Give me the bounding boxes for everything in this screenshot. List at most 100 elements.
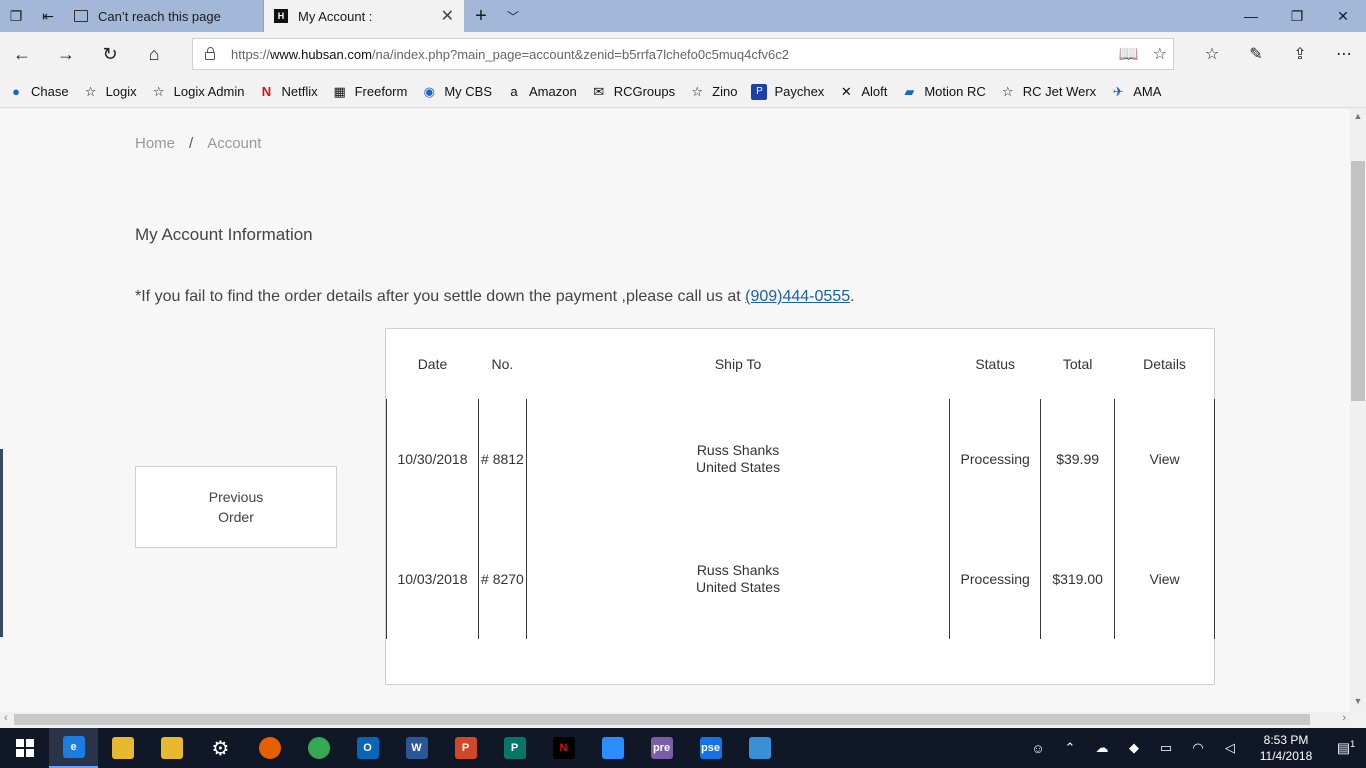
scroll-thumb[interactable] xyxy=(1351,161,1365,401)
clock-date: 11/4/2018 xyxy=(1259,749,1313,763)
favorite-link[interactable]: ● Chase xyxy=(8,84,69,100)
outlook-taskbar-button[interactable]: O xyxy=(343,728,392,768)
restore-button[interactable]: ❐ xyxy=(1274,0,1320,32)
minimize-button[interactable]: — xyxy=(1228,0,1274,32)
powerpoint-taskbar-button[interactable]: P xyxy=(441,728,490,768)
reading-view-icon[interactable]: 📖 xyxy=(1119,44,1139,64)
refresh-button[interactable]: ↻ xyxy=(88,32,132,76)
motionrc-icon: ▰ xyxy=(904,83,915,99)
tab-manager-icon[interactable]: ❐ xyxy=(0,0,32,32)
favorite-label: Zino xyxy=(712,84,738,99)
new-tab-button[interactable]: + xyxy=(464,0,498,32)
favorite-link[interactable]: ▰ Motion RC xyxy=(901,84,985,100)
favorite-link[interactable]: ◉ My CBS xyxy=(421,84,492,100)
file-explorer-taskbar-button[interactable] xyxy=(98,728,147,768)
more-menu-icon[interactable]: ⋯ xyxy=(1322,32,1366,76)
toolbar-right: ☆ ✎ ⇪ ⋯ xyxy=(1190,32,1366,76)
chrome-icon xyxy=(307,737,330,759)
phone-link[interactable]: (909)444-0555 xyxy=(745,288,850,305)
favorite-link[interactable]: ✉ RCGroups xyxy=(591,84,675,100)
chevron-down-icon[interactable]: ﹀ xyxy=(498,0,528,32)
url-text[interactable]: https://www.hubsan.com/na/index.php?main… xyxy=(231,47,789,62)
header-total: Total xyxy=(1062,356,1093,372)
netflix-icon: N xyxy=(261,84,272,99)
scroll-down-icon[interactable]: ▼ xyxy=(1350,696,1366,710)
scroll-right-icon[interactable]: › xyxy=(1342,712,1346,724)
scroll-thumb[interactable] xyxy=(14,714,1310,725)
favorite-link[interactable]: ☆ Zino xyxy=(689,84,737,100)
back-button[interactable]: ← xyxy=(0,32,44,76)
chevron-up-icon[interactable]: ⌃ xyxy=(1054,740,1086,756)
favorite-link[interactable]: P Paychex xyxy=(751,83,824,100)
forward-button[interactable]: → xyxy=(44,32,88,76)
web-note-icon[interactable]: ✎ xyxy=(1234,32,1278,76)
favorite-link[interactable]: ▦ Freeform xyxy=(332,84,407,100)
publisher-taskbar-button[interactable]: P xyxy=(490,728,539,768)
control-panel-taskbar-button[interactable] xyxy=(735,728,784,768)
favorite-link[interactable]: ✈ AMA xyxy=(1110,84,1162,100)
file-search-taskbar-button[interactable] xyxy=(147,728,196,768)
favorite-label: Logix xyxy=(105,84,137,99)
system-tray: ☺ ⌃ ☁ ◆ ▭ ◠ ◁ 8:53 PM 11/4/2018 ▤1 xyxy=(1022,728,1366,768)
battery-icon[interactable]: ▭ xyxy=(1150,740,1182,756)
volume-icon[interactable]: ◁ xyxy=(1214,740,1246,756)
windows-icon xyxy=(15,739,34,757)
view-order-link[interactable]: View xyxy=(1114,519,1215,639)
order-date: 10/03/2018 xyxy=(386,519,479,639)
settings-taskbar-button[interactable]: ⚙ xyxy=(196,728,245,768)
view-order-link[interactable]: View xyxy=(1114,399,1215,519)
window-controls: — ❐ ✕ xyxy=(1228,0,1366,32)
clock-time: 8:53 PM xyxy=(1263,733,1309,747)
favorite-link[interactable]: N Netflix xyxy=(258,84,318,100)
photoshop-elements-icon: pse xyxy=(699,737,722,759)
edge-taskbar-button[interactable]: e xyxy=(49,728,98,768)
scroll-up-icon[interactable]: ▲ xyxy=(1350,111,1366,125)
previous-order-button[interactable]: Previous Order xyxy=(135,466,337,548)
share-icon[interactable]: ⇪ xyxy=(1278,32,1322,76)
breadcrumb: Home / Account xyxy=(135,135,261,152)
people-icon[interactable]: ☺ xyxy=(1022,741,1054,756)
chrome-taskbar-button[interactable] xyxy=(294,728,343,768)
set-tabs-aside-icon[interactable]: ⇤ xyxy=(32,0,64,32)
favorite-link[interactable]: ✕ Aloft xyxy=(838,84,887,100)
tab-cant-reach[interactable]: Can’t reach this page xyxy=(64,0,264,32)
notification-center-icon[interactable]: ▤1 xyxy=(1326,739,1366,757)
horizontal-scrollbar[interactable]: ‹ › xyxy=(0,712,1350,727)
favorite-star-icon[interactable]: ☆ xyxy=(1153,44,1167,64)
favorite-label: RCGroups xyxy=(613,84,676,99)
dropbox-icon[interactable]: ◆ xyxy=(1118,740,1150,756)
favorite-link[interactable]: ☆ Logix xyxy=(83,84,137,100)
favorite-link[interactable]: ☆ Logix Admin xyxy=(151,84,245,100)
amazon-icon: a xyxy=(510,84,518,99)
scroll-left-icon[interactable]: ‹ xyxy=(4,712,8,724)
chase-icon: ● xyxy=(12,84,20,99)
favorite-link[interactable]: a Amazon xyxy=(506,84,576,100)
wifi-icon[interactable]: ◠ xyxy=(1182,740,1214,756)
favorites-hub-icon[interactable]: ☆ xyxy=(1190,32,1234,76)
vertical-scrollbar[interactable]: ▲ ▼ xyxy=(1350,109,1366,712)
close-tab-icon[interactable]: ✕ xyxy=(441,6,454,26)
table-row: 10/30/2018 # 8812 Russ Shanks United Stat… xyxy=(386,399,1215,519)
breadcrumb-home-link[interactable]: Home xyxy=(135,135,175,152)
premiere-elements-taskbar-button[interactable]: pre xyxy=(637,728,686,768)
clock[interactable]: 8:53 PM 11/4/2018 xyxy=(1246,732,1326,764)
tab-my-account[interactable]: H My Account : ✕ xyxy=(264,0,464,32)
payment-notice: *If you fail to find the order details a… xyxy=(135,288,855,306)
firefox-taskbar-button[interactable] xyxy=(245,728,294,768)
home-button[interactable]: ⌂ xyxy=(132,32,176,76)
onedrive-icon[interactable]: ☁ xyxy=(1086,740,1118,756)
close-window-button[interactable]: ✕ xyxy=(1320,0,1366,32)
photoshop-elements-taskbar-button[interactable]: pse xyxy=(686,728,735,768)
order-status: Processing xyxy=(949,519,1041,639)
netflix-taskbar-button[interactable]: N xyxy=(539,728,588,768)
address-bar[interactable]: https://www.hubsan.com/na/index.php?main… xyxy=(192,38,1174,70)
word-taskbar-button[interactable]: W xyxy=(392,728,441,768)
address-bar-actions: 📖 ☆ xyxy=(1119,39,1167,69)
netflix-icon: N xyxy=(552,737,575,759)
start-button[interactable] xyxy=(0,728,49,768)
zoom-taskbar-button[interactable] xyxy=(588,728,637,768)
favorite-link[interactable]: ☆ RC Jet Werx xyxy=(1000,84,1096,100)
web-page: Home / Account My Account Information *If … xyxy=(0,109,1350,712)
favorite-label: Motion RC xyxy=(924,84,986,99)
taskbar: e ⚙ O W P P Npre pse ☺ ⌃ ☁ ◆ ▭ ◠ ◁ 8:53 PM 11/4… xyxy=(0,728,1366,768)
